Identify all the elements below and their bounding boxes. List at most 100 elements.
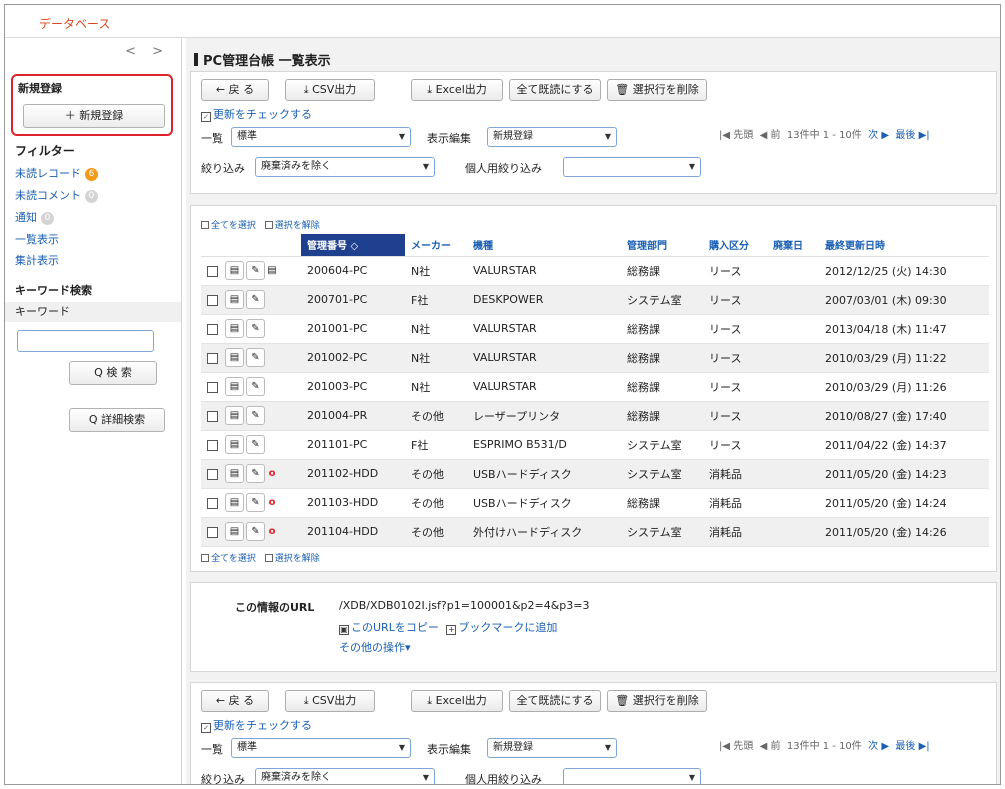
personal-filter-select[interactable]: ▼ <box>563 157 701 177</box>
view-icon[interactable]: ▤ <box>225 319 244 338</box>
view-icon[interactable]: ▤ <box>225 406 244 425</box>
back-button[interactable]: ← 戻 る <box>201 690 269 712</box>
csv-export-button[interactable]: ⤓ CSV出力 <box>285 690 375 712</box>
search-button[interactable]: Q 検 索 <box>69 361 157 385</box>
table-row[interactable]: ▤ ✎ o 201102-HDD その他 USBハードディスク システム室 消耗品 2011/0… <box>201 459 989 489</box>
edit-pencil-icon[interactable]: ✎ <box>246 406 265 425</box>
delete-selected-button[interactable]: 🗑 選択行を削除 <box>607 79 707 101</box>
display-edit-select[interactable]: 新規登録 ▼ <box>487 738 617 758</box>
view-icon[interactable]: ▤ <box>225 290 244 309</box>
row-checkbox[interactable] <box>207 497 218 509</box>
excel-export-button[interactable]: ⤓ Excel出力 <box>411 690 503 712</box>
pager-last[interactable]: 最後 ▶| <box>895 130 929 141</box>
chevron-down-icon: ▼ <box>398 743 405 752</box>
row-checkbox[interactable] <box>207 526 218 538</box>
sidebar-item-summary-view[interactable]: 集計表示 <box>15 252 59 268</box>
list-select[interactable]: 標準 ▼ <box>231 127 411 147</box>
cell-purchase: リース <box>703 343 767 373</box>
table-row[interactable]: ▤ ✎ o 201103-HDD その他 USBハードディスク 総務課 消耗品 2011/05/… <box>201 488 989 518</box>
pager-first[interactable]: |◀ 先頭 <box>719 130 753 141</box>
view-icon[interactable]: ▤ <box>225 348 244 367</box>
table-row[interactable]: ▤ ✎ 201004-PR その他 レーザープリンタ 総務課 リース 2010/08/27 (… <box>201 401 989 431</box>
view-icon[interactable]: ▤ <box>225 493 244 512</box>
mark-all-read-button[interactable]: 全て既読にする <box>509 690 601 712</box>
table-row[interactable]: ▤ ✎ o 201104-HDD その他 外付けハードディスク システム室 消耗品 2011/0… <box>201 517 989 547</box>
view-icon[interactable]: ▤ <box>225 435 244 454</box>
edit-pencil-icon[interactable]: ✎ <box>246 522 265 541</box>
edit-pencil-icon[interactable]: ✎ <box>246 377 265 396</box>
select-all-link[interactable]: 全てを選択 <box>201 221 256 231</box>
new-registration-button[interactable]: ＋ 新規登録 <box>23 104 165 128</box>
edit-pencil-icon[interactable]: ✎ <box>246 261 265 280</box>
back-button[interactable]: ← 戻 る <box>201 79 269 101</box>
header-actions-col <box>225 234 301 257</box>
display-edit-select[interactable]: 新規登録 ▼ <box>487 127 617 147</box>
tab-database[interactable]: データベース <box>23 15 127 40</box>
filter-select[interactable]: 廃棄済みを除く ▼ <box>255 768 435 784</box>
copy-url-link[interactable]: ▣ このURLをコピー <box>339 621 439 635</box>
mark-all-read-button[interactable]: 全て既読にする <box>509 79 601 101</box>
advanced-search-button[interactable]: Q 詳細検索 <box>69 408 165 432</box>
other-operations-link[interactable]: その他の操作▾ <box>339 639 411 655</box>
deselect-link[interactable]: 選択を解除 <box>264 221 320 231</box>
header-dept[interactable]: 管理部門 <box>621 234 703 257</box>
header-id[interactable]: 管理番号 ◇ <box>301 234 405 257</box>
edit-pencil-icon[interactable]: ✎ <box>246 290 265 309</box>
row-checkbox[interactable] <box>207 265 218 277</box>
filter-select[interactable]: 廃棄済みを除く ▼ <box>255 157 435 177</box>
pager-prev[interactable]: ◀ 前 <box>760 130 781 141</box>
view-icon[interactable]: ▤ <box>225 464 244 483</box>
check-updates-link[interactable]: ✓ 更新をチェックする <box>201 106 312 122</box>
pager-prev[interactable]: ◀ 前 <box>760 741 781 752</box>
edit-pencil-icon[interactable]: ✎ <box>246 435 265 454</box>
edit-pencil-icon[interactable]: ✎ <box>246 464 265 483</box>
excel-export-button[interactable]: ⤓ Excel出力 <box>411 79 503 101</box>
table-row[interactable]: ▤ ✎ 200701-PC F社 DESKPOWER システム室 リース 2007/03/01… <box>201 285 989 315</box>
sidebar-item-list-view[interactable]: 一覧表示 <box>15 231 59 247</box>
chevron-down-icon: ▼ <box>398 132 405 141</box>
list-select[interactable]: 標準 ▼ <box>231 738 411 758</box>
row-checkbox[interactable] <box>207 468 218 480</box>
pager-first[interactable]: |◀ 先頭 <box>719 741 753 752</box>
sidebar-item-unread-comments[interactable]: 未読コメント 0 <box>15 187 98 203</box>
table-row[interactable]: ▤ ✎ 201003-PC N社 VALURSTAR 総務課 リース 2010/03/29 (… <box>201 372 989 402</box>
row-checkbox[interactable] <box>207 352 218 364</box>
keyword-input[interactable] <box>17 330 154 352</box>
view-icon[interactable]: ▤ <box>225 377 244 396</box>
edit-pencil-icon[interactable]: ✎ <box>246 493 265 512</box>
pager-next[interactable]: 次 ▶ <box>868 130 889 141</box>
sidebar-collapse-toggle[interactable]: < > <box>125 44 169 59</box>
edit-pencil-icon[interactable]: ✎ <box>246 348 265 367</box>
table-row[interactable]: ▤ ✎ 201001-PC N社 VALURSTAR 総務課 リース 2013/04/18 (… <box>201 314 989 344</box>
personal-filter-select[interactable]: ▼ <box>563 768 701 784</box>
row-checkbox[interactable] <box>207 294 218 306</box>
header-model[interactable]: 機種 <box>467 234 621 257</box>
check-updates-link[interactable]: ✓ 更新をチェックする <box>201 717 312 733</box>
deselect-link[interactable]: 選択を解除 <box>264 554 320 564</box>
pager-last[interactable]: 最後 ▶| <box>895 741 929 752</box>
csv-export-button[interactable]: ⤓ CSV出力 <box>285 79 375 101</box>
header-updated[interactable]: 最終更新日時 <box>819 234 989 257</box>
view-icon[interactable]: ▤ <box>225 522 244 541</box>
header-maker[interactable]: メーカー <box>405 234 467 257</box>
check-updates-icon: ✓ <box>201 723 211 733</box>
pager-bottom: |◀ 先頭 ◀ 前 13件中 1 - 10件 次 ▶ 最後 ▶| <box>719 737 930 752</box>
row-checkbox[interactable] <box>207 439 218 451</box>
pager-next[interactable]: 次 ▶ <box>868 741 889 752</box>
sidebar-item-notifications[interactable]: 通知 0 <box>15 209 54 225</box>
display-edit-select-value: 新規登録 <box>493 131 533 142</box>
sidebar-item-unread-records[interactable]: 未読レコード 6 <box>15 165 98 181</box>
header-disposal[interactable]: 廃棄日 <box>767 234 819 257</box>
row-checkbox[interactable] <box>207 381 218 393</box>
table-row[interactable]: ▤ ✎ 201101-PC F社 ESPRIMO B531/D システム室 リース 2011/… <box>201 430 989 460</box>
select-all-link[interactable]: 全てを選択 <box>201 554 256 564</box>
row-checkbox[interactable] <box>207 410 218 422</box>
delete-selected-button[interactable]: 🗑 選択行を削除 <box>607 690 707 712</box>
bookmark-link[interactable]: + ブックマークに追加 <box>446 621 557 635</box>
row-checkbox[interactable] <box>207 323 218 335</box>
table-row[interactable]: ▤ ✎ ▤ 200604-PC N社 VALURSTAR 総務課 リース 2012/12/25 … <box>201 256 989 286</box>
table-row[interactable]: ▤ ✎ 201002-PC N社 VALURSTAR 総務課 リース 2010/03/29 (… <box>201 343 989 373</box>
edit-pencil-icon[interactable]: ✎ <box>246 319 265 338</box>
header-purchase[interactable]: 購入区分 <box>703 234 767 257</box>
view-icon[interactable]: ▤ <box>225 261 244 280</box>
